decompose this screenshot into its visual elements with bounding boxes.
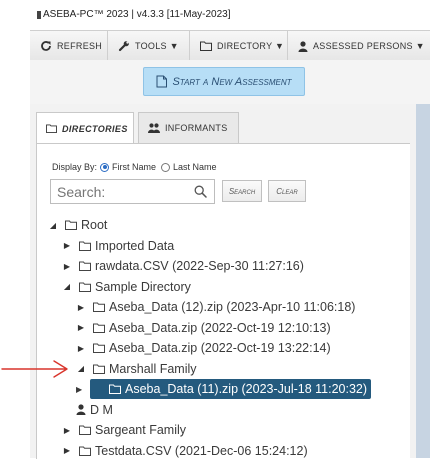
tree-node-label: Marshall Family (109, 361, 197, 376)
assessed-persons-menu-button[interactable]: ASSESSED PERSONS ▼ (288, 31, 430, 61)
folder-icon (46, 124, 57, 133)
display-by-row: Display By: First Name Last Name (52, 162, 217, 172)
tree-node-label: Testdata.CSV (2021-Dec-06 15:24:12) (95, 443, 308, 458)
tree-folder-node[interactable]: ▶ Sargeant Family (62, 420, 186, 440)
tree-folder-node[interactable]: ▶ Aseba_Data.zip (2022-Oct-19 12:10:13) (76, 318, 331, 338)
tools-menu-button[interactable]: TOOLS ▼ (108, 31, 190, 61)
search-button[interactable]: Search (222, 180, 262, 202)
expanded-caret-icon[interactable]: ◢ (76, 364, 86, 373)
tree-folder-node[interactable]: ▶ Aseba_Data (12).zip (2023-Apr-10 11:06:… (76, 297, 356, 317)
tab-directories-label: DIRECTORIES (62, 123, 128, 134)
people-icon (148, 123, 160, 133)
collapsed-caret-icon[interactable]: ▶ (76, 323, 86, 332)
person-icon (298, 40, 308, 52)
expanded-caret-icon[interactable]: ◢ (48, 221, 58, 230)
tree-node-label: Root (81, 218, 108, 232)
tree-node-label: Aseba_Data (12).zip (2023-Apr-10 11:06:1… (109, 300, 356, 314)
tree-node-label: Sample Directory (95, 279, 191, 294)
folder-icon (109, 384, 121, 394)
display-by-label: Display By: (52, 162, 98, 172)
collapsed-caret-icon[interactable]: ▶ (62, 241, 72, 250)
tree-node-label: rawdata.CSV (2022-Sep-30 11:27:16) (95, 259, 304, 273)
tab-informants-label: INFORMANTS (165, 123, 228, 133)
right-pane-edge (416, 104, 430, 458)
collapsed-caret-icon[interactable]: ▶ (62, 262, 72, 271)
search-input[interactable] (50, 179, 215, 204)
tree-node-label: D M (90, 402, 113, 417)
start-new-assessment-button[interactable]: Start a New Assessment (143, 67, 305, 96)
start-new-assessment-label: Start a New Assessment (172, 75, 292, 88)
folder-icon (93, 323, 105, 333)
tree-node-label: Aseba_Data.zip (2022-Oct-19 13:22:14) (109, 341, 331, 355)
refresh-label: REFRESH (57, 41, 103, 51)
assessed-persons-label: ASSESSED PERSONS ▼ (313, 41, 425, 51)
tools-label: TOOLS ▼ (135, 41, 179, 51)
expanded-caret-icon[interactable]: ◢ (62, 282, 72, 291)
refresh-icon (41, 41, 51, 51)
tree-person-node[interactable]: D M (76, 400, 113, 420)
tree-node-label: Imported Data (95, 238, 175, 253)
last-name-label: Last Name (173, 162, 217, 172)
last-name-radio[interactable] (161, 162, 171, 172)
window-title: ASEBA-PC™ 2023 | v4.3.3 [11-May-2023] (43, 9, 231, 20)
tree-folder-node[interactable]: ◢ Marshall Family (76, 359, 197, 379)
folder-icon (79, 241, 91, 251)
folder-icon (93, 364, 105, 374)
app-logo-icon (37, 11, 41, 19)
tree-folder-node[interactable]: ▶ Imported Data (62, 236, 174, 256)
window-title-bar: ASEBA-PC™ 2023 | v4.3.3 [11-May-2023] (0, 0, 430, 30)
tree-folder-node[interactable]: ▶ rawdata.CSV (2022-Sep-30 11:27:16) (62, 256, 304, 276)
folder-icon (93, 302, 105, 312)
folder-icon (79, 261, 91, 271)
collapsed-caret-icon[interactable]: ▶ (76, 344, 86, 353)
folder-icon (200, 41, 212, 51)
folder-icon (79, 282, 91, 292)
collapsed-caret-icon[interactable]: ▶ (62, 426, 72, 435)
main-toolbar: REFRESH TOOLS ▼ DIRECTORY ▼ ASSESSED PER… (30, 30, 430, 62)
tree-folder-node[interactable]: ▶ Aseba_Data.zip (2022-Oct-19 13:22:14) (76, 338, 331, 358)
search-icon[interactable] (194, 185, 207, 198)
first-name-radio[interactable] (100, 162, 110, 172)
tree-node-label: Aseba_Data (11).zip (2023-Jul-18 11:20:3… (125, 382, 368, 396)
new-document-icon (156, 75, 168, 88)
collapsed-caret-icon[interactable]: ▶ (76, 379, 82, 399)
tree-folder-node[interactable]: ◢ Sample Directory (62, 277, 191, 297)
annotation-arrow-icon (1, 360, 68, 378)
tab-directories[interactable]: DIRECTORIES (36, 112, 134, 144)
refresh-button[interactable]: REFRESH (30, 31, 108, 61)
folder-icon (65, 220, 77, 230)
wrench-icon (118, 41, 129, 52)
first-name-label: First Name (112, 162, 157, 172)
tree-folder-node[interactable]: ▶Aseba_Data (11).zip (2023-Jul-18 11:20:… (90, 379, 372, 399)
tab-informants[interactable]: INFORMANTS (138, 112, 239, 144)
directory-menu-button[interactable]: DIRECTORY ▼ (190, 31, 288, 61)
tree-node-label: Sargeant Family (95, 423, 187, 437)
collapsed-caret-icon[interactable]: ▶ (62, 446, 72, 455)
folder-icon (79, 446, 91, 456)
clear-button[interactable]: Clear (268, 180, 306, 202)
person-icon (76, 404, 86, 415)
folder-icon (93, 343, 105, 353)
collapsed-caret-icon[interactable]: ▶ (76, 303, 86, 312)
tree-node-label: Aseba_Data.zip (2022-Oct-19 12:10:13) (109, 320, 331, 335)
directory-label: DIRECTORY ▼ (217, 41, 285, 51)
folder-icon (79, 425, 91, 435)
tree-folder-node[interactable]: ◢ Root (48, 215, 107, 235)
start-assessment-bar: Start a New Assessment (30, 60, 430, 104)
